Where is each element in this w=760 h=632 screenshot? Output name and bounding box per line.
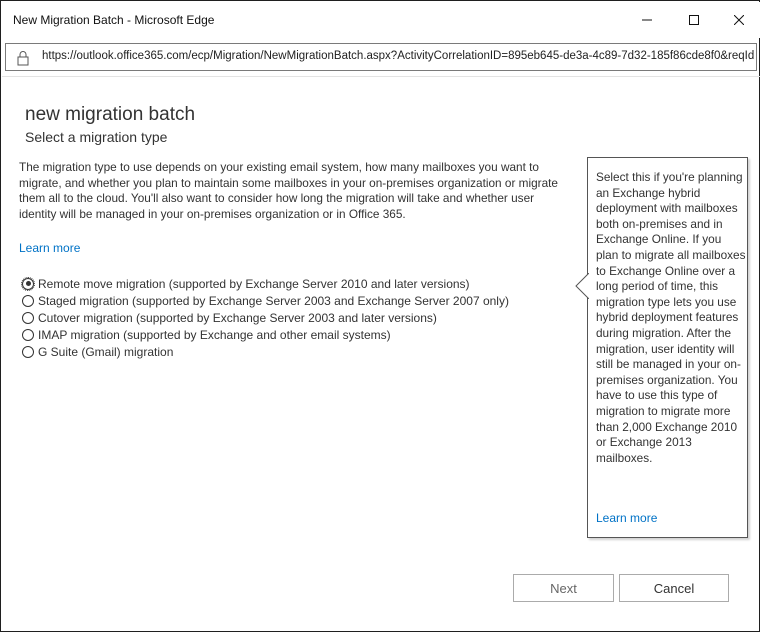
option-label: Remote move migration (supported by Exch… bbox=[38, 276, 470, 291]
close-button[interactable] bbox=[716, 2, 760, 38]
minimize-button[interactable] bbox=[624, 2, 670, 38]
url-text[interactable]: https://outlook.office365.com/ecp/Migrat… bbox=[42, 50, 756, 62]
option-remote-move[interactable]: Remote move migration (supported by Exch… bbox=[21, 275, 509, 292]
intro-text: The migration type to use depends on you… bbox=[19, 160, 558, 221]
window-title: New Migration Batch - Microsoft Edge bbox=[13, 13, 215, 27]
option-gsuite[interactable]: G Suite (Gmail) migration bbox=[22, 343, 509, 360]
radio-button[interactable] bbox=[22, 328, 34, 341]
close-icon bbox=[734, 15, 744, 25]
learn-more-link[interactable]: Learn more bbox=[19, 241, 80, 255]
address-bar[interactable]: https://outlook.office365.com/ecp/Migrat… bbox=[5, 43, 757, 71]
divider bbox=[2, 76, 760, 77]
lock-icon bbox=[17, 51, 29, 66]
callout-pointer-icon bbox=[575, 273, 589, 299]
option-staged[interactable]: Staged migration (supported by Exchange … bbox=[22, 292, 509, 309]
option-label: Cutover migration (supported by Exchange… bbox=[38, 310, 437, 325]
page-subtitle: Select a migration type bbox=[25, 129, 168, 145]
option-cutover[interactable]: Cutover migration (supported by Exchange… bbox=[22, 309, 509, 326]
title-bar: New Migration Batch - Microsoft Edge bbox=[2, 2, 760, 38]
migration-type-options: Remote move migration (supported by Exch… bbox=[21, 275, 509, 360]
callout-text: Select this if you're planning an Exchan… bbox=[596, 170, 746, 465]
minimize-icon bbox=[642, 19, 652, 21]
page-title: new migration batch bbox=[25, 104, 196, 125]
radio-button[interactable] bbox=[21, 276, 35, 291]
cancel-button[interactable]: Cancel bbox=[619, 574, 729, 602]
help-callout: Select this if you're planning an Exchan… bbox=[575, 157, 748, 538]
callout-learn-more-link[interactable]: Learn more bbox=[596, 511, 657, 525]
option-label: G Suite (Gmail) migration bbox=[38, 344, 174, 359]
option-label: IMAP migration (supported by Exchange an… bbox=[38, 327, 391, 342]
next-button[interactable]: Next bbox=[513, 574, 614, 602]
option-label: Staged migration (supported by Exchange … bbox=[38, 293, 509, 308]
radio-button[interactable] bbox=[22, 345, 34, 358]
radio-button[interactable] bbox=[22, 311, 34, 324]
maximize-icon bbox=[689, 15, 699, 25]
radio-button[interactable] bbox=[22, 294, 34, 307]
browser-window: New Migration Batch - Microsoft Edge htt… bbox=[0, 0, 760, 632]
maximize-button[interactable] bbox=[671, 2, 717, 38]
option-imap[interactable]: IMAP migration (supported by Exchange an… bbox=[22, 326, 509, 343]
